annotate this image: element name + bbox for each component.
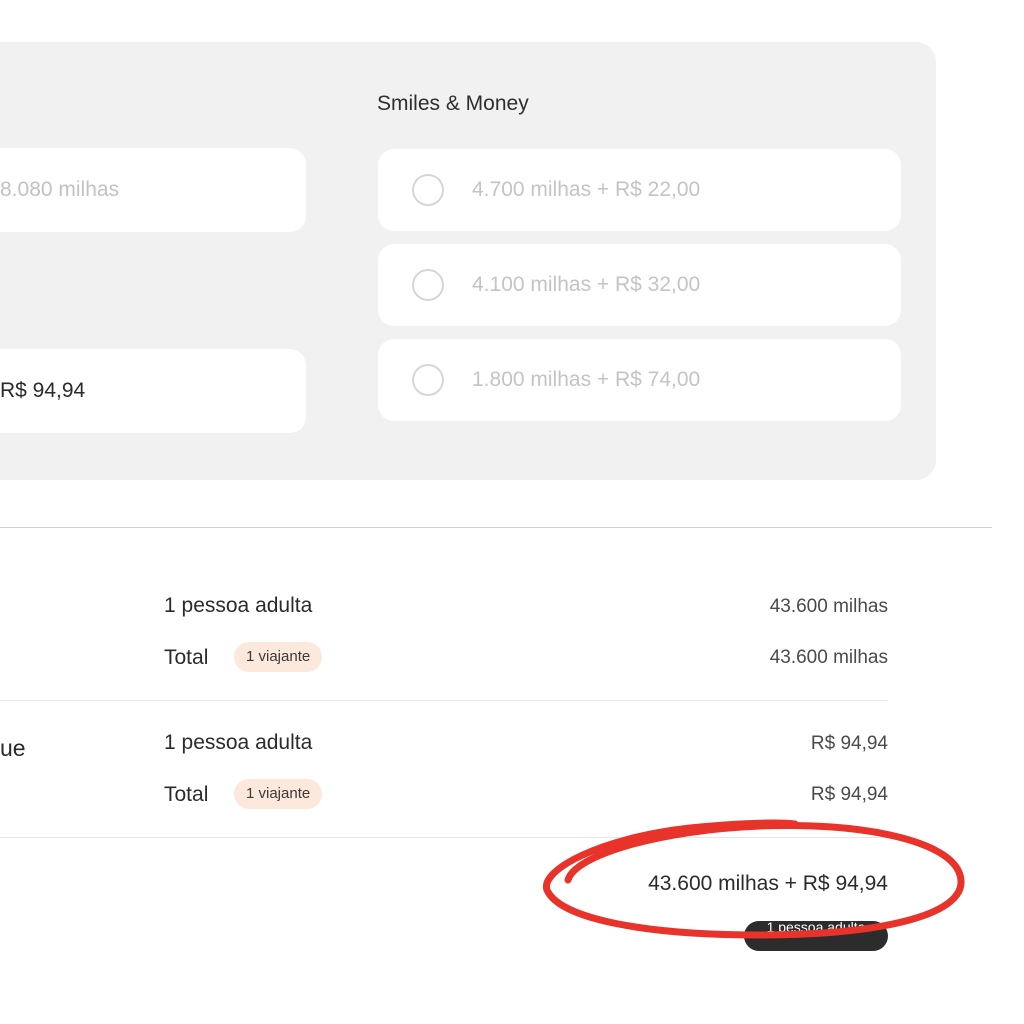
- smiles-money-option-3[interactable]: 1.800 milhas + R$ 74,00: [378, 339, 901, 421]
- money-option-card[interactable]: R$ 94,94: [0, 349, 306, 433]
- section-divider: [0, 527, 992, 528]
- money-total-value: R$ 94,94: [810, 784, 888, 805]
- row-divider: [0, 700, 888, 701]
- miles-line-value: 43.600 milhas: [769, 596, 888, 617]
- miles-option-card[interactable]: 8.080 milhas: [0, 148, 306, 232]
- option-label: 4.700 milhas + R$ 22,00: [472, 178, 701, 201]
- radio-button[interactable]: [412, 174, 444, 206]
- smiles-money-option-1[interactable]: 4.700 milhas + R$ 22,00: [378, 149, 901, 231]
- grand-total: 43.600 milhas + R$ 94,94: [648, 872, 888, 895]
- smiles-money-title: Smiles & Money: [377, 92, 529, 115]
- money-line-label: 1 pessoa adulta: [164, 731, 313, 754]
- traveler-badge: 1 viajante: [234, 779, 323, 809]
- miles-option-label: 8.080 milhas: [0, 178, 120, 201]
- traveler-badge: 1 viajante: [234, 642, 323, 672]
- money-side-label: ue: [0, 735, 26, 761]
- miles-line-label: 1 pessoa adulta: [164, 594, 313, 617]
- passenger-badge: 1 pessoa adulta: [744, 921, 888, 951]
- smiles-money-option-2[interactable]: 4.100 milhas + R$ 32,00: [378, 244, 901, 326]
- money-line-value: R$ 94,94: [810, 733, 888, 754]
- row-divider: [0, 837, 888, 838]
- money-option-label: R$ 94,94: [0, 379, 86, 402]
- radio-button[interactable]: [412, 364, 444, 396]
- option-label: 1.800 milhas + R$ 74,00: [472, 368, 701, 391]
- miles-total-value: 43.600 milhas: [769, 647, 888, 668]
- money-total-label: Total: [164, 783, 209, 806]
- miles-total-label: Total: [164, 646, 209, 669]
- passenger-badge-label: 1 pessoa adulta: [766, 921, 866, 935]
- radio-button[interactable]: [412, 269, 444, 301]
- option-label: 4.100 milhas + R$ 32,00: [472, 273, 701, 296]
